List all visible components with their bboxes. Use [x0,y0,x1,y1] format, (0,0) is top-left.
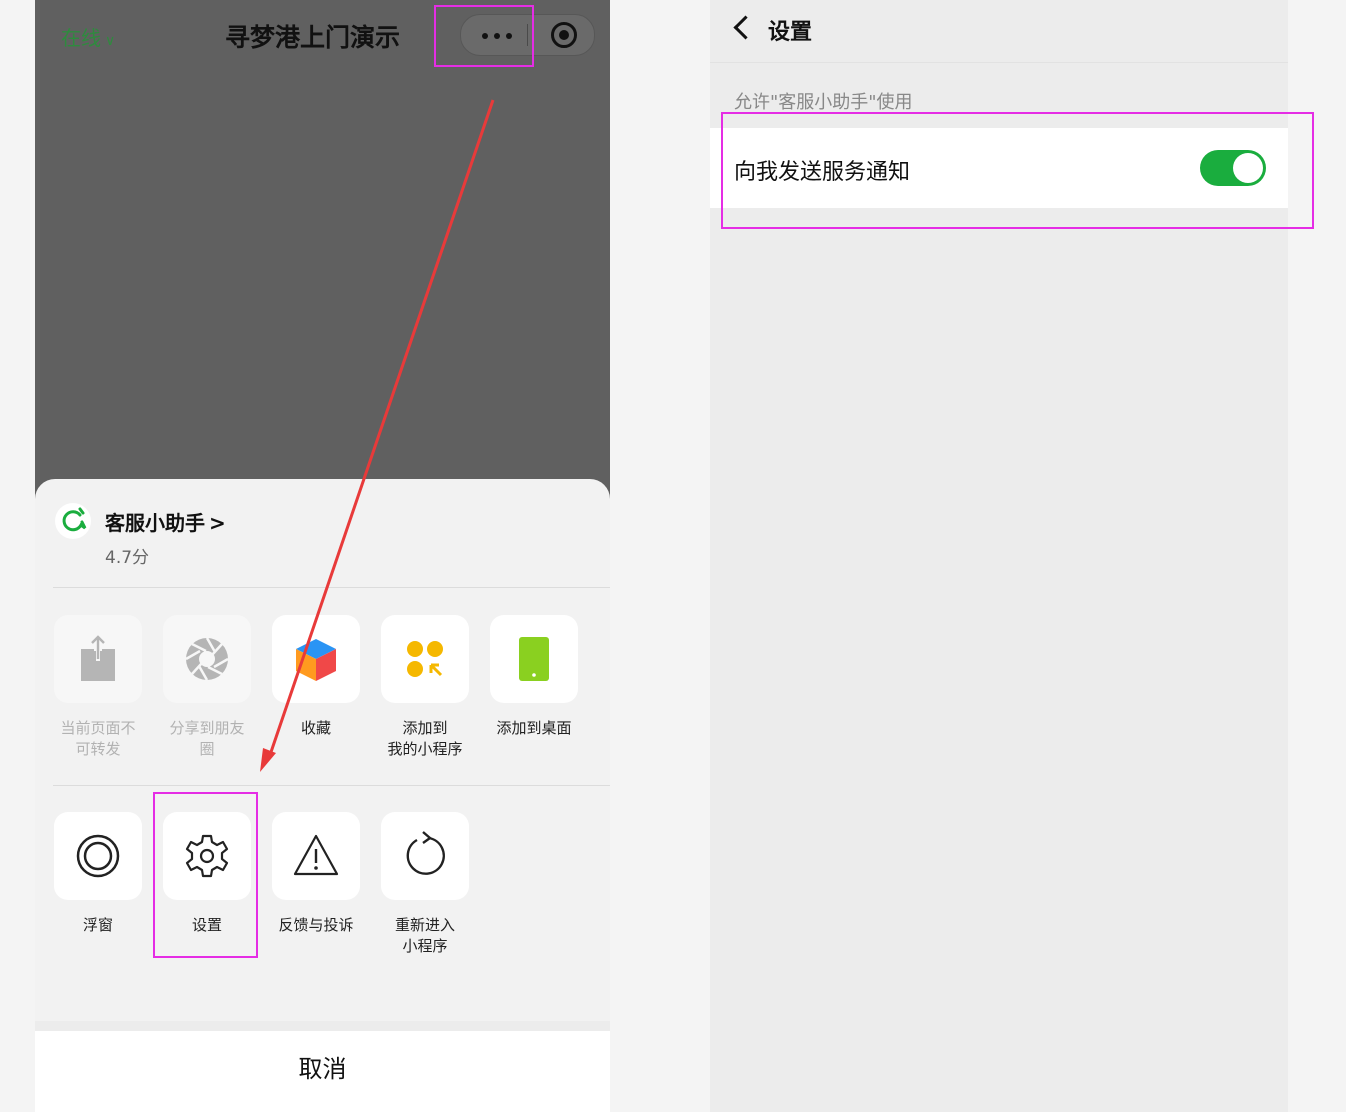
reload-icon [406,831,445,875]
nav-title: 设置 [768,20,813,45]
nav-bar: 设置 [710,0,1288,63]
warning-triangle-icon [293,834,339,876]
cancel-separator [35,1021,610,1031]
right-panel: 设置 允许"客服小助手"使用 向我发送服务通知 [688,0,1340,1112]
action-label: 反馈与投诉 [278,916,354,934]
action-label: 浮窗 [82,916,113,934]
back-arrow-icon[interactable] [733,15,758,40]
service-notification-row: 向我发送服务通知 [710,128,1288,208]
floating-window-icon [76,834,120,878]
toggle-knob [1233,153,1263,183]
action-label: 重新进入 小程序 [394,916,455,955]
section-label: 允许"客服小助手"使用 [734,92,913,113]
left-panel: 在线 ∨ 寻梦港上门演示 客服小助手 > 4.7分 当前页面不 可转发 分享到朋… [8,0,670,1112]
miniprogram-screen: 在线 ∨ 寻梦港上门演示 客服小助手 > 4.7分 当前页面不 可转发 分享到朋… [35,0,610,1112]
cancel-button[interactable]: 取消 [35,1031,610,1112]
gear-icon [185,834,229,878]
service-notification-toggle[interactable] [1200,150,1266,186]
settings-screen: 设置 允许"客服小助手"使用 向我发送服务通知 [710,0,1288,1112]
action-label: 设置 [191,916,222,934]
service-notification-label: 向我发送服务通知 [734,160,911,185]
annotation-arrow [260,99,495,772]
